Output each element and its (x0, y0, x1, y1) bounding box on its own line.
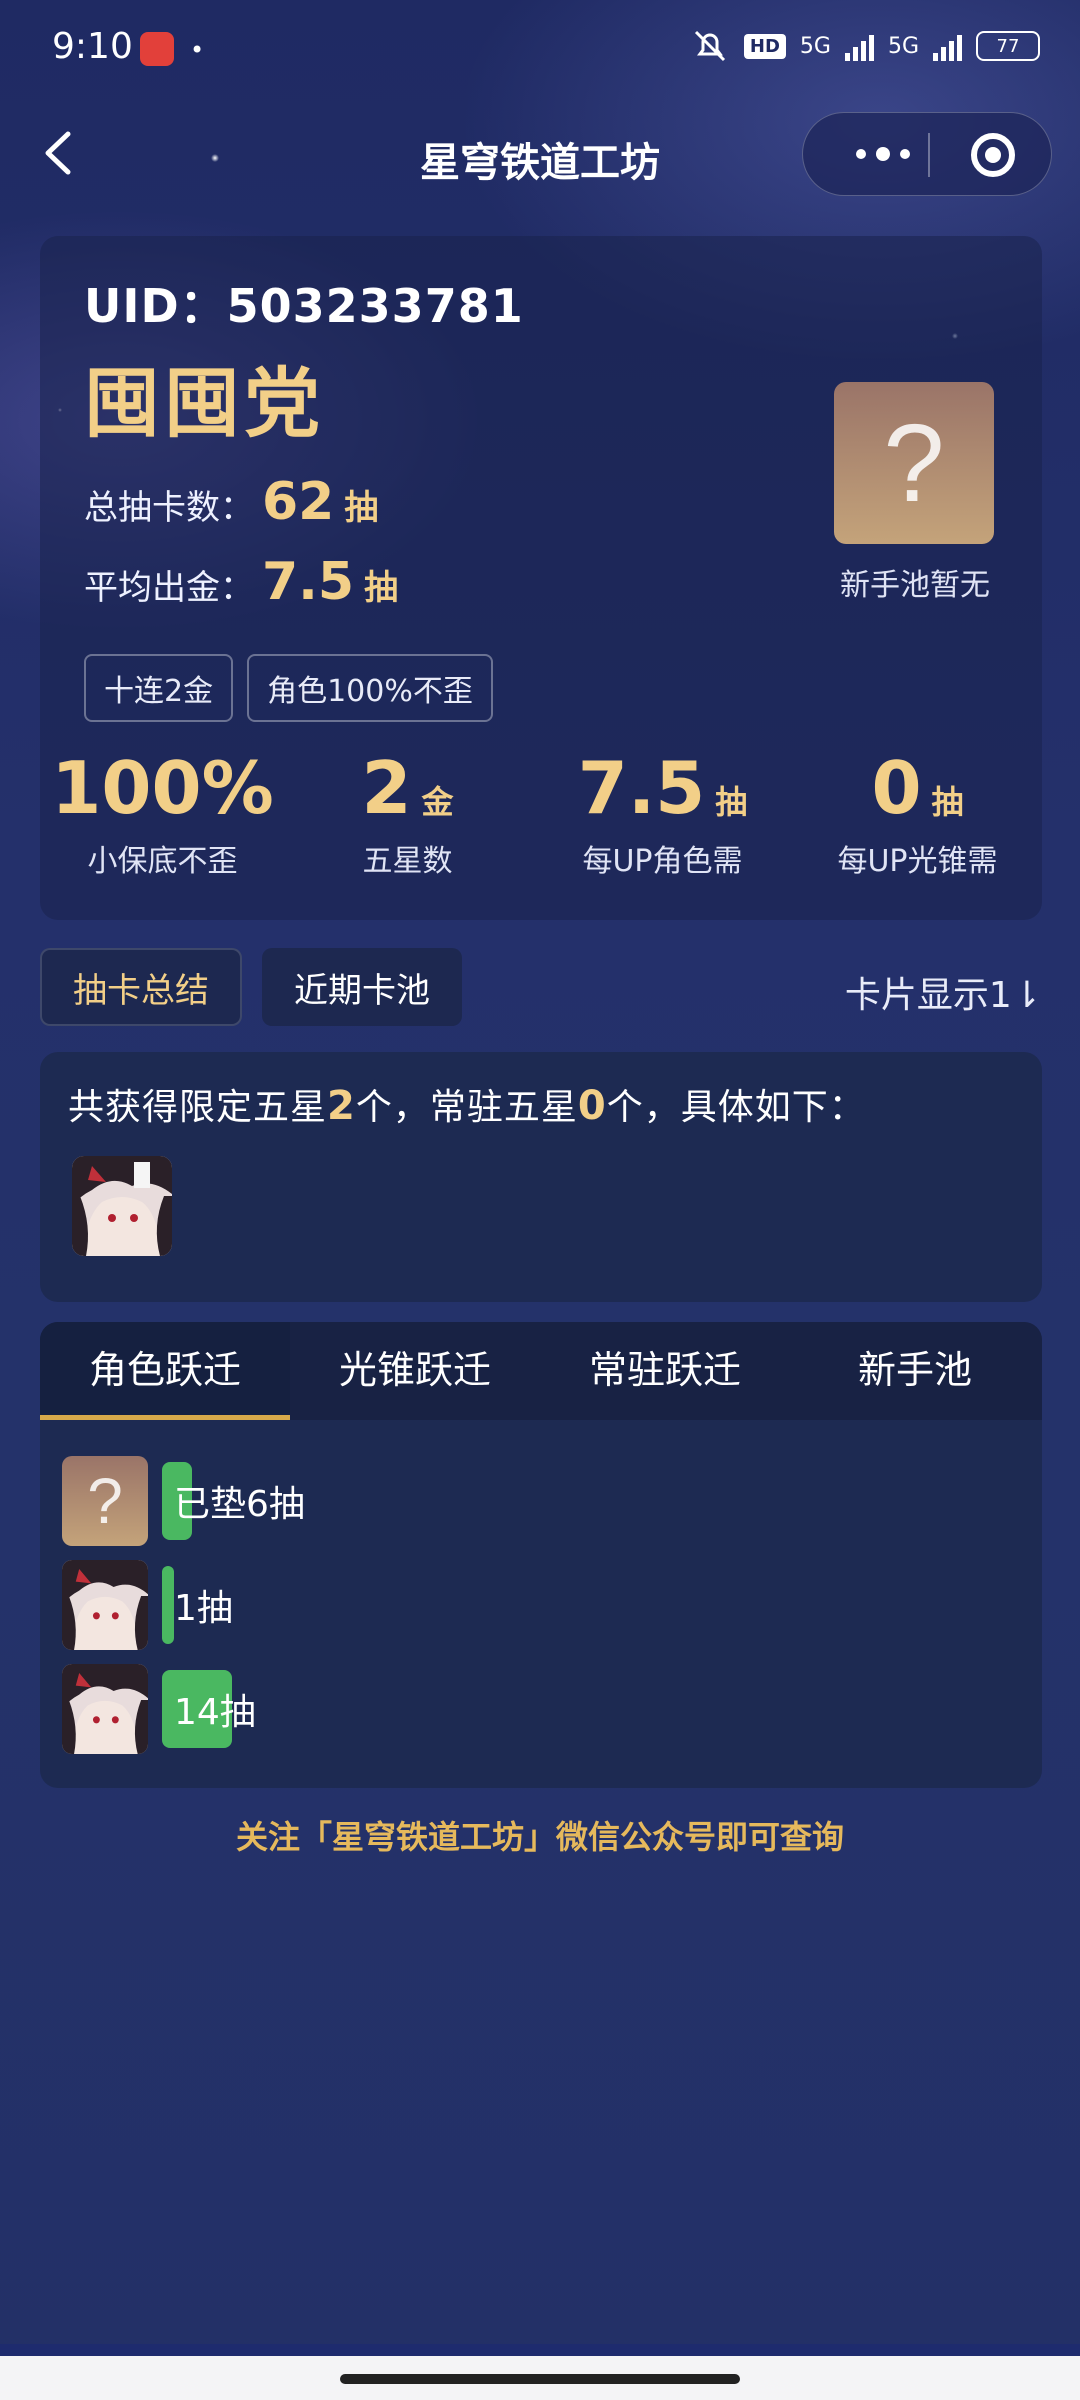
tab-pull-summary[interactable]: 抽卡总结 (40, 948, 242, 1026)
hd-badge: HD (743, 33, 786, 59)
metric-value: 100% (51, 746, 274, 830)
character-portrait-icon (72, 1156, 172, 1256)
summary-text: 共获得限定五星2个，常驻五星0个，具体如下： (68, 1078, 866, 1130)
segment-row: 抽卡总结 近期卡池 卡片显示1⇂ (40, 948, 1042, 1026)
status-icons: HD 5G 5G 77 (690, 28, 1040, 64)
warp-row: 14抽 (62, 1664, 256, 1754)
tab-character-warp[interactable]: 角色跃迁 (40, 1322, 290, 1420)
character-portrait-icon (62, 1560, 148, 1650)
total-pulls-unit: 抽 (344, 488, 379, 528)
beginner-pool-placeholder-icon: ? (834, 382, 994, 544)
metric-unit: 金 (421, 783, 454, 821)
avg-gold-label: 平均出金： (84, 568, 254, 608)
nav-bar: 星穹铁道工坊 (0, 110, 1080, 200)
unknown-character-icon: ? (62, 1456, 148, 1546)
total-pulls-label: 总抽卡数： (84, 488, 254, 528)
warp-row: ? 已垫6抽 (62, 1456, 305, 1546)
summary-prefix: 共获得限定五星 (68, 1087, 328, 1128)
character-portrait-icon (62, 1664, 148, 1754)
battery-icon: 77 (976, 31, 1040, 61)
metrics-row: 100% 小保底不歪 2金 五星数 7.5 抽 每UP角色需 0抽 每UP光锥需 (40, 746, 1042, 880)
limited-five-star-count: 2 (327, 1083, 356, 1129)
network-label-2: 5G (887, 33, 919, 59)
metric-unit: 抽 (715, 783, 748, 821)
avg-gold: 平均出金： 7.5 抽 (84, 552, 398, 612)
pity-text: 已垫6抽 (174, 1484, 305, 1525)
character-avatar[interactable] (62, 1664, 148, 1754)
metric-item: 7.5 抽 每UP角色需 (530, 746, 795, 880)
character-avatar[interactable] (62, 1560, 148, 1650)
status-bar: 9:10 • HD 5G 5G 77 (0, 0, 1080, 100)
footer-note[interactable]: 关注「星穹铁道工坊」微信公众号即可查询 (0, 1812, 1080, 1858)
total-pulls: 总抽卡数： 62 抽 (84, 472, 378, 532)
tab-recent-pools[interactable]: 近期卡池 (262, 948, 462, 1026)
profile-card: UID：503233781 囤囤党 总抽卡数： 62 抽 平均出金： 7.5 抽… (40, 236, 1042, 920)
avg-gold-unit: 抽 (364, 568, 399, 608)
warp-card: 角色跃迁 光锥跃迁 常驻跃迁 新手池 ? 已垫6抽 1抽 14抽 (40, 1322, 1042, 1788)
capsule-divider (928, 133, 930, 177)
miniprogram-capsule (802, 112, 1052, 196)
metric-label: 每UP角色需 (582, 844, 743, 879)
character-avatar[interactable] (72, 1156, 172, 1256)
metric-item: 100% 小保底不歪 (40, 746, 285, 880)
metric-label: 小保底不歪 (87, 844, 238, 879)
pity-bar: 已垫6抽 (162, 1462, 305, 1540)
warp-tab-bar: 角色跃迁 光锥跃迁 常驻跃迁 新手池 (40, 1322, 1042, 1420)
pull-bar: 14抽 (162, 1670, 256, 1748)
standard-five-star-count: 0 (577, 1083, 607, 1129)
metric-value: 2 (361, 746, 412, 830)
total-pulls-value: 62 (262, 472, 335, 532)
pull-text: 14抽 (174, 1692, 256, 1733)
tab-beginner-warp[interactable]: 新手池 (790, 1322, 1040, 1420)
status-time: 9:10 (52, 26, 133, 67)
metric-label: 每UP光锥需 (837, 844, 998, 879)
tab-light-cone-warp[interactable]: 光锥跃迁 (290, 1322, 540, 1420)
more-icon[interactable] (833, 139, 933, 169)
network-label-1: 5G (799, 33, 831, 59)
home-indicator[interactable] (340, 2374, 740, 2384)
signal-icon-2 (933, 31, 962, 61)
metric-unit: 抽 (931, 783, 964, 821)
netease-music-icon (140, 32, 174, 66)
summary-card: 共获得限定五星2个，常驻五星0个，具体如下： (40, 1052, 1042, 1302)
close-miniprogram-icon[interactable] (971, 133, 1015, 177)
pull-bar: 1抽 (162, 1566, 233, 1644)
tab-standard-warp[interactable]: 常驻跃迁 (540, 1322, 790, 1420)
avg-gold-value: 7.5 (262, 552, 355, 612)
tag-list: 十连2金 角色100%不歪 (84, 654, 493, 722)
notification-dot-icon: • (190, 36, 205, 64)
pull-text: 1抽 (174, 1588, 233, 1629)
warp-row: 1抽 (62, 1560, 233, 1650)
metric-item: 2金 五星数 (285, 746, 530, 880)
tag-item: 十连2金 (84, 654, 234, 722)
beginner-pool-label: 新手池暂无 (840, 568, 990, 603)
uid-text: UID：503233781 (84, 279, 524, 333)
summary-middle: 个，常驻五星 (355, 1087, 578, 1128)
nickname: 囤囤党 (84, 359, 324, 448)
metric-item: 0抽 每UP光锥需 (795, 746, 1040, 880)
card-display-toggle[interactable]: 卡片显示1⇂ (845, 966, 1042, 1018)
mute-bell-icon (694, 30, 725, 62)
metric-value: 0 (871, 746, 922, 830)
metric-label: 五星数 (362, 844, 453, 879)
tag-item: 角色100%不歪 (247, 654, 493, 722)
metric-value: 7.5 (577, 746, 706, 830)
signal-icon (844, 31, 874, 61)
summary-suffix: 个，具体如下： (606, 1087, 866, 1128)
